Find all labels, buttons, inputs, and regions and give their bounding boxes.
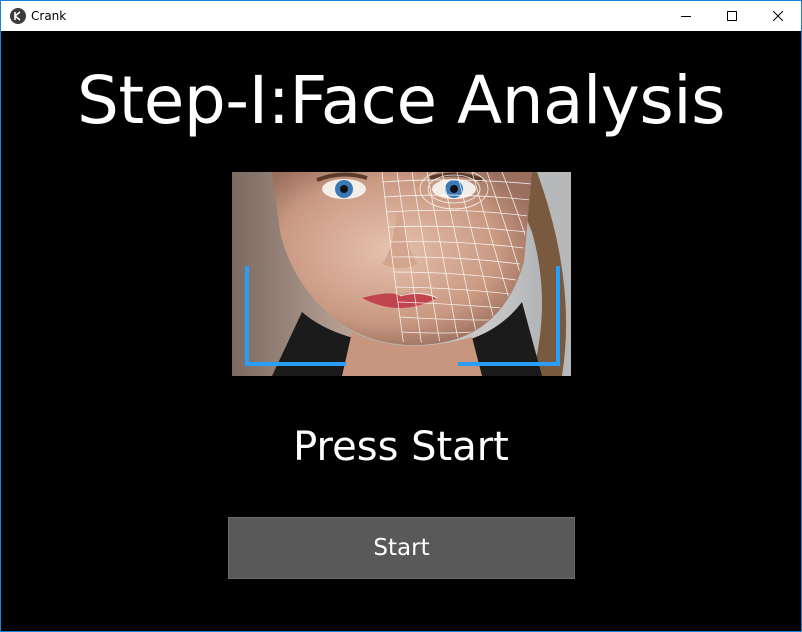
title-bar[interactable]: Crank (1, 1, 801, 31)
maximize-button[interactable] (709, 1, 755, 31)
maximize-icon (727, 11, 737, 21)
app-window: Crank Step-I:Face Analysis Press Start S… (0, 0, 802, 632)
page-heading: Step-I:Face Analysis (77, 62, 725, 139)
minimize-button[interactable] (663, 1, 709, 31)
face-analysis-image (232, 172, 571, 376)
app-icon (10, 8, 26, 24)
start-button-label: Start (373, 535, 430, 561)
window-title: Crank (31, 9, 67, 23)
main-content: Step-I:Face Analysis Press Start Start (1, 31, 801, 631)
minimize-icon (681, 16, 691, 17)
status-text: Press Start (293, 424, 509, 470)
close-button[interactable] (755, 1, 801, 31)
start-button[interactable]: Start (228, 517, 575, 579)
close-icon (773, 11, 783, 21)
